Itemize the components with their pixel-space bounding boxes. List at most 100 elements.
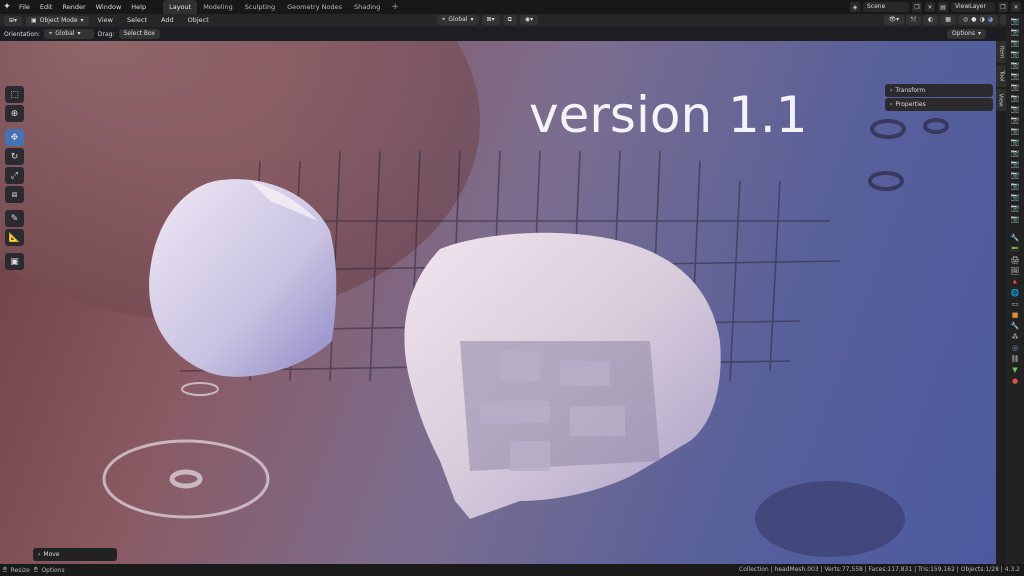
camera-icon[interactable]: 📷 [1009, 192, 1021, 202]
transform-orientation-dropdown[interactable]: ⌖ Global ▾ [437, 15, 479, 25]
sidebar-panels: › Transform › Properties [885, 84, 993, 112]
scale-tool-icon[interactable]: ⤢ [5, 167, 24, 184]
collection-properties-icon[interactable]: ▭ [1009, 299, 1021, 309]
shading-modes[interactable]: ◎ ● ◑ ◕ [957, 15, 998, 25]
transform-tool-icon[interactable]: ⧈ [5, 186, 24, 203]
camera-icon[interactable]: 📷 [1009, 93, 1021, 103]
camera-icon[interactable]: 📷 [1009, 71, 1021, 81]
camera-icon[interactable]: 📷 [1009, 170, 1021, 180]
tab-view[interactable]: View [996, 89, 1006, 111]
tab-modeling[interactable]: Modeling [197, 0, 239, 14]
world-properties-icon[interactable]: 🌐 [1009, 288, 1021, 298]
menu-window[interactable]: Window [91, 0, 127, 14]
physics-properties-icon[interactable]: ◎ [1009, 343, 1021, 353]
camera-icon[interactable]: 📷 [1009, 49, 1021, 59]
snap-toggle[interactable]: ⧉ [502, 15, 517, 25]
last-operator-panel[interactable]: › Move [33, 548, 117, 561]
visibility-dropdown[interactable]: 👁▾ [883, 15, 905, 25]
delete-view-layer-icon[interactable]: ✕ [1011, 2, 1021, 12]
overlay-toggle[interactable]: ◐ [923, 15, 939, 25]
sidebar-tabs: Item Tool View [996, 41, 1006, 564]
tab-tool[interactable]: Tool [996, 65, 1006, 87]
tab-item[interactable]: Item [996, 41, 1006, 63]
object-properties-icon[interactable]: ■ [1009, 310, 1021, 320]
proportional-edit-toggle[interactable]: ◉▾ [519, 15, 539, 25]
header-menu-select[interactable]: Select [122, 14, 152, 27]
delete-scene-icon[interactable]: ✕ [925, 2, 935, 12]
view-layer-field[interactable]: ViewLayer [951, 2, 995, 12]
scene-properties-icon[interactable]: 🔺 [1009, 277, 1021, 287]
pivot-point-dropdown[interactable]: ⊠▾ [481, 15, 500, 25]
3d-viewport[interactable]: version 1.1 ⬚ ⊕ ✥ ↻ ⤢ ⧈ ✎ 📐 ▣ › Transform… [0, 41, 996, 564]
panel-transform[interactable]: › Transform [885, 84, 993, 97]
scene-field[interactable]: Scene [863, 2, 909, 12]
camera-icon[interactable]: 📷 [1009, 27, 1021, 37]
panel-properties[interactable]: › Properties [885, 98, 993, 111]
particles-properties-icon[interactable]: ⁂ [1009, 332, 1021, 342]
camera-icon[interactable]: 📷 [1009, 214, 1021, 224]
camera-icon[interactable]: 📷 [1009, 38, 1021, 48]
menu-edit[interactable]: Edit [35, 0, 58, 14]
tab-item-label: Item [998, 45, 1004, 59]
annotate-tool-icon[interactable]: ✎ [5, 210, 24, 227]
gizmo-toggle[interactable]: ⤲ [906, 15, 922, 25]
modifier-properties-icon[interactable]: 🔧 [1009, 321, 1021, 331]
camera-icon[interactable]: 📷 [1009, 126, 1021, 136]
material-properties-icon[interactable]: ● [1009, 376, 1021, 386]
mode-label: Object Mode [39, 16, 78, 24]
drag-label: Drag: [97, 30, 115, 38]
add-workspace-icon[interactable]: + [386, 0, 404, 14]
camera-icon[interactable]: 📷 [1009, 16, 1021, 26]
panel-transform-label: Transform [895, 87, 926, 94]
version-overlay-text: version 1.1 [529, 86, 808, 144]
camera-icon[interactable]: 📷 [1009, 115, 1021, 125]
camera-icon[interactable]: 📷 [1009, 181, 1021, 191]
blender-logo-icon[interactable]: ✦ [0, 0, 14, 14]
snap-icon: ⧉ [507, 16, 512, 23]
editor-type-dropdown[interactable]: ⊞▾ [4, 15, 23, 26]
orientation-label: Orientation: [4, 30, 40, 38]
constraints-properties-icon[interactable]: ⛓ [1009, 354, 1021, 364]
tab-layout[interactable]: Layout [163, 0, 198, 14]
scene-icon[interactable]: ◈ [850, 2, 860, 12]
copy-scene-icon[interactable]: ❐ [912, 2, 922, 12]
measure-tool-icon[interactable]: 📐 [5, 229, 24, 246]
menu-file[interactable]: File [14, 0, 35, 14]
options-dropdown[interactable]: Options ▾ [946, 29, 986, 39]
rotate-tool-icon[interactable]: ↻ [5, 148, 24, 165]
drag-dropdown[interactable]: Select Box [118, 29, 161, 39]
select-box-tool-icon[interactable]: ⬚ [5, 86, 24, 103]
view-layer-properties-icon[interactable]: 🖼 [1009, 266, 1021, 276]
camera-icon[interactable]: 📷 [1009, 104, 1021, 114]
tab-geometry-nodes[interactable]: Geometry Nodes [281, 0, 348, 14]
tab-shading[interactable]: Shading [348, 0, 386, 14]
view-layer-icon[interactable]: ▤ [938, 2, 948, 12]
camera-icon[interactable]: 📷 [1009, 148, 1021, 158]
orientation-icon: ⌖ [48, 30, 53, 37]
add-cube-tool-icon[interactable]: ▣ [5, 253, 24, 270]
tab-sculpting[interactable]: Sculpting [239, 0, 281, 14]
mode-dropdown[interactable]: ▣ Object Mode ▾ [26, 15, 89, 26]
camera-icon[interactable]: 📷 [1009, 82, 1021, 92]
chevron-right-icon: › [38, 551, 41, 558]
header-menu-view[interactable]: View [93, 14, 118, 27]
copy-view-layer-icon[interactable]: ❐ [998, 2, 1008, 12]
orientation-dropdown[interactable]: ⌖ Global ▾ [43, 29, 94, 39]
camera-icon[interactable]: 📷 [1009, 137, 1021, 147]
render-properties-icon[interactable]: 📟 [1009, 244, 1021, 254]
move-tool-icon[interactable]: ✥ [5, 129, 24, 146]
cursor-tool-icon[interactable]: ⊕ [5, 105, 24, 122]
output-properties-icon[interactable]: 🖨 [1009, 255, 1021, 265]
header-menu-add[interactable]: Add [156, 14, 179, 27]
chevron-down-icon: ▾ [77, 30, 81, 37]
camera-icon[interactable]: 📷 [1009, 159, 1021, 169]
menu-help[interactable]: Help [126, 0, 151, 14]
menu-render[interactable]: Render [57, 0, 90, 14]
header-menu-object[interactable]: Object [183, 14, 214, 27]
camera-icon[interactable]: 📷 [1009, 60, 1021, 70]
data-properties-icon[interactable]: ▼ [1009, 365, 1021, 375]
xray-toggle[interactable]: ▦ [940, 15, 956, 25]
tool-properties-icon[interactable]: 🔧 [1009, 233, 1021, 243]
camera-icon[interactable]: 📷 [1009, 203, 1021, 213]
mouse-icon: 🖱 [33, 566, 38, 573]
